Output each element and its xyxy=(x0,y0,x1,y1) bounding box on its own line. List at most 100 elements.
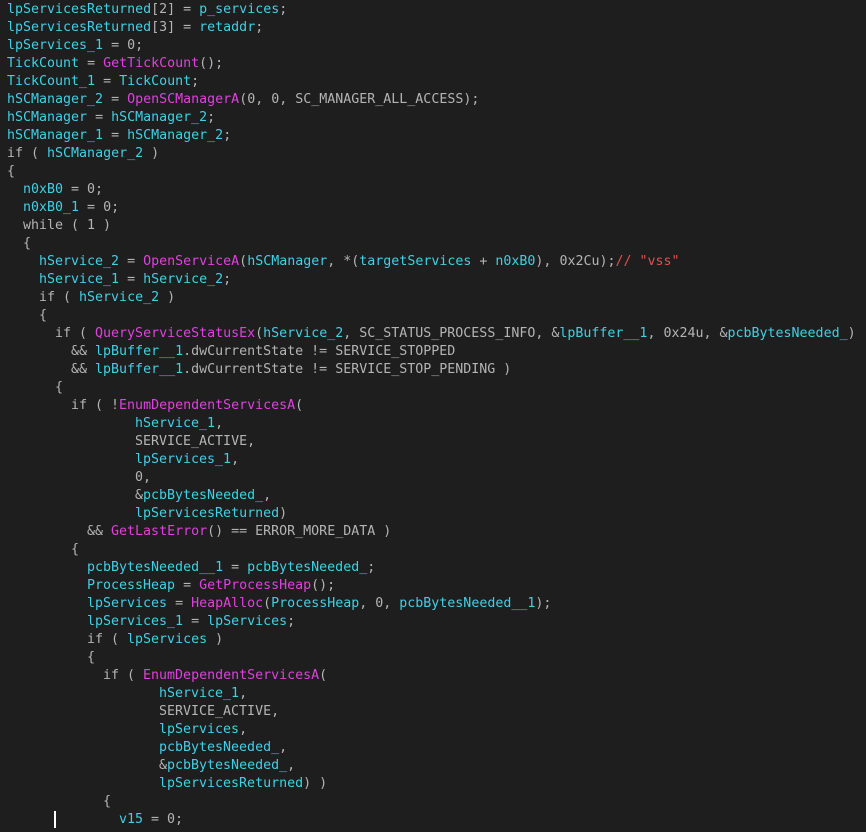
code-line[interactable]: if ( QueryServiceStatusEx(hService_2, SC… xyxy=(0,325,866,343)
decompiler-code-view[interactable]: lpServicesReturned[2] = p_services; lpSer… xyxy=(0,0,866,832)
code-line[interactable]: pcbBytesNeeded__1 = pcbBytesNeeded_; xyxy=(0,559,866,577)
identifier[interactable]: p_services xyxy=(199,2,279,17)
identifier[interactable]: pcbBytesNeeded_ xyxy=(143,488,263,503)
code-line[interactable]: TickCount = GetTickCount(); xyxy=(0,55,866,73)
identifier[interactable]: hSCManager_1 xyxy=(7,128,103,143)
identifier[interactable]: lpServices_1 xyxy=(135,452,231,467)
identifier[interactable]: hService_2 xyxy=(39,254,119,269)
function-name[interactable]: OpenServiceA xyxy=(143,254,239,269)
identifier[interactable]: TickCount xyxy=(119,74,191,89)
identifier[interactable]: pcbBytesNeeded_ xyxy=(247,560,367,575)
code-line[interactable]: hService_1, xyxy=(0,415,866,433)
identifier[interactable]: lpServicesReturned xyxy=(7,20,151,35)
identifier[interactable]: n0xB0_1 xyxy=(23,200,79,215)
code-line[interactable]: SERVICE_ACTIVE, xyxy=(0,703,866,721)
code-line[interactable]: { xyxy=(0,541,866,559)
code-line[interactable]: &pcbBytesNeeded_, xyxy=(0,487,866,505)
identifier[interactable]: hSCManager xyxy=(247,254,327,269)
code-line[interactable]: if ( hSCManager_2 ) xyxy=(0,145,866,163)
code-line[interactable]: lpServices_1 = lpServices; xyxy=(0,613,866,631)
code-line[interactable]: SERVICE_ACTIVE, xyxy=(0,433,866,451)
code-line[interactable]: && lpBuffer__1.dwCurrentState != SERVICE… xyxy=(0,343,866,361)
identifier[interactable]: lpServices_1 xyxy=(87,614,183,629)
code-line[interactable]: lpServicesReturned[3] = retaddr; xyxy=(0,19,866,37)
code-line[interactable]: { xyxy=(0,235,866,253)
identifier[interactable]: lpBuffer__1 xyxy=(559,326,647,341)
identifier[interactable]: lpServices xyxy=(159,722,239,737)
identifier[interactable]: ProcessHeap xyxy=(271,596,359,611)
code-line[interactable]: && lpBuffer__1.dwCurrentState != SERVICE… xyxy=(0,361,866,379)
code-line[interactable]: { xyxy=(0,379,866,397)
code-line[interactable]: { xyxy=(0,307,866,325)
code-line[interactable]: { xyxy=(0,649,866,667)
code-line[interactable]: pcbBytesNeeded_, xyxy=(0,739,866,757)
function-name[interactable]: QueryServiceStatusEx xyxy=(95,326,255,341)
code-line[interactable]: lpServices_1 = 0; xyxy=(0,37,866,55)
identifier[interactable]: lpServicesReturned xyxy=(135,506,279,521)
identifier[interactable]: lpServices_1 xyxy=(7,38,103,53)
code-line[interactable]: hSCManager = hSCManager_2; xyxy=(0,109,866,127)
code-line[interactable]: lpServicesReturned) ) xyxy=(0,775,866,793)
identifier[interactable]: hService_1 xyxy=(39,272,119,287)
identifier[interactable]: hService_2 xyxy=(143,272,223,287)
function-name[interactable]: GetProcessHeap xyxy=(199,578,311,593)
code-line[interactable]: hSCManager_1 = hSCManager_2; xyxy=(0,127,866,145)
code-line[interactable]: lpServices = HeapAlloc(ProcessHeap, 0, p… xyxy=(0,595,866,613)
code-line[interactable]: if ( hService_2 ) xyxy=(0,289,866,307)
code-line[interactable]: hService_2 = OpenServiceA(hSCManager, *(… xyxy=(0,253,866,271)
identifier[interactable]: lpBuffer__1 xyxy=(95,362,183,377)
identifier[interactable]: pcbBytesNeeded_ xyxy=(159,740,279,755)
function-name[interactable]: OpenSCManagerA xyxy=(127,92,239,107)
identifier[interactable]: pcbBytesNeeded_ xyxy=(167,758,287,773)
code-line[interactable]: { xyxy=(0,163,866,181)
code-line[interactable]: lpServices, xyxy=(0,721,866,739)
code-line[interactable]: hService_1 = hService_2; xyxy=(0,271,866,289)
identifier[interactable]: hService_1 xyxy=(135,416,215,431)
identifier[interactable]: hSCManager xyxy=(7,110,87,125)
code-line[interactable]: &pcbBytesNeeded_, xyxy=(0,757,866,775)
code-line[interactable]: while ( 1 ) xyxy=(0,217,866,235)
code-line[interactable]: n0xB0 = 0; xyxy=(0,181,866,199)
code-line[interactable]: lpServicesReturned) xyxy=(0,505,866,523)
identifier[interactable]: TickCount_1 xyxy=(7,74,95,89)
identifier[interactable]: pcbBytesNeeded__1 xyxy=(87,560,223,575)
code-line[interactable]: lpServicesReturned[2] = p_services; xyxy=(0,1,866,19)
function-name[interactable]: HeapAlloc xyxy=(191,596,263,611)
identifier[interactable]: retaddr xyxy=(199,20,255,35)
code-line[interactable]: hService_1, xyxy=(0,685,866,703)
code-line[interactable]: if ( EnumDependentServicesA( xyxy=(0,667,866,685)
code-line[interactable]: n0xB0_1 = 0; xyxy=(0,199,866,217)
code-line[interactable]: ProcessHeap = GetProcessHeap(); xyxy=(0,577,866,595)
identifier[interactable]: hService_2 xyxy=(263,326,343,341)
function-name[interactable]: EnumDependentServicesA xyxy=(119,398,295,413)
code-line[interactable]: { xyxy=(0,793,866,811)
identifier[interactable]: pcbBytesNeeded__1 xyxy=(399,596,535,611)
identifier[interactable]: n0xB0 xyxy=(495,254,535,269)
code-line[interactable]: 0, xyxy=(0,469,866,487)
function-name[interactable]: GetLastError xyxy=(111,524,207,539)
code-line[interactable]: TickCount_1 = TickCount; xyxy=(0,73,866,91)
identifier[interactable]: lpServices xyxy=(127,632,207,647)
identifier[interactable]: n0xB0 xyxy=(23,182,63,197)
code-line[interactable]: if ( !EnumDependentServicesA( xyxy=(0,397,866,415)
code-line[interactable]: v15 = 0; xyxy=(0,811,866,829)
function-name[interactable]: EnumDependentServicesA xyxy=(143,668,319,683)
code-line[interactable]: if ( lpServices ) xyxy=(0,631,866,649)
identifier[interactable]: hSCManager_2 xyxy=(47,146,143,161)
identifier[interactable]: hService_1 xyxy=(159,686,239,701)
identifier[interactable]: lpServicesReturned xyxy=(159,776,303,791)
identifier[interactable]: targetServices xyxy=(359,254,471,269)
identifier[interactable]: ProcessHeap xyxy=(87,578,175,593)
code-line[interactable]: hSCManager_2 = OpenSCManagerA(0, 0, SC_M… xyxy=(0,91,866,109)
code-line[interactable]: && GetLastError() == ERROR_MORE_DATA ) xyxy=(0,523,866,541)
identifier[interactable]: lpServices xyxy=(207,614,287,629)
identifier[interactable]: hSCManager_2 xyxy=(111,110,207,125)
identifier[interactable]: pcbBytesNeeded_ xyxy=(728,326,848,341)
identifier[interactable]: lpServices xyxy=(87,596,167,611)
identifier[interactable]: v15 xyxy=(119,812,143,827)
code-line[interactable]: lpServices_1, xyxy=(0,451,866,469)
identifier[interactable]: hSCManager_2 xyxy=(7,92,103,107)
identifier[interactable]: lpServicesReturned xyxy=(7,2,151,17)
identifier[interactable]: lpBuffer__1 xyxy=(95,344,183,359)
identifier[interactable]: hSCManager_2 xyxy=(127,128,223,143)
